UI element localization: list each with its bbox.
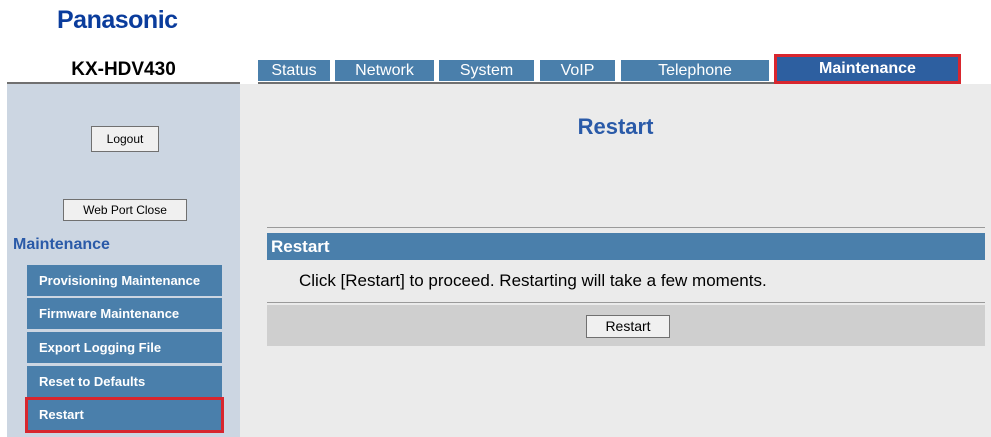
top-nav-tabs: Status Network System VoIP Telephone Mai… bbox=[258, 56, 961, 84]
restart-description: Click [Restart] to proceed. Restarting w… bbox=[299, 271, 767, 290]
page-title: Restart bbox=[577, 114, 654, 139]
tab-maintenance[interactable]: Maintenance bbox=[776, 56, 959, 81]
divider-top bbox=[267, 227, 985, 228]
sidebar-item-firmware-maintenance[interactable]: Firmware Maintenance bbox=[27, 298, 222, 329]
section-header: Restart bbox=[267, 233, 985, 260]
tab-telephone[interactable]: Telephone bbox=[621, 60, 769, 81]
model-header: KX-HDV430 bbox=[7, 56, 240, 84]
main-content: Restart Restart Click [Restart] to proce… bbox=[240, 84, 991, 437]
sidebar-item-reset-to-defaults[interactable]: Reset to Defaults bbox=[27, 366, 222, 397]
sidebar: Logout Web Port Close Maintenance Provis… bbox=[7, 84, 240, 437]
panasonic-logo: Panasonic bbox=[57, 6, 178, 34]
restart-button[interactable]: Restart bbox=[586, 315, 670, 338]
model-name: KX-HDV430 bbox=[71, 59, 176, 80]
divider-bottom bbox=[267, 302, 985, 303]
sidebar-item-provisioning-maintenance[interactable]: Provisioning Maintenance bbox=[27, 265, 222, 296]
action-bar: Restart bbox=[267, 305, 985, 346]
tab-network[interactable]: Network bbox=[335, 60, 434, 81]
sidebar-item-export-logging-file[interactable]: Export Logging File bbox=[27, 332, 222, 363]
tab-system[interactable]: System bbox=[439, 60, 534, 81]
logout-button[interactable]: Logout bbox=[91, 126, 159, 152]
web-port-close-button[interactable]: Web Port Close bbox=[63, 199, 187, 221]
tab-status[interactable]: Status bbox=[258, 60, 330, 81]
sidebar-item-restart[interactable]: Restart bbox=[27, 399, 222, 430]
tab-voip[interactable]: VoIP bbox=[540, 60, 615, 81]
sidebar-heading: Maintenance bbox=[13, 236, 110, 253]
